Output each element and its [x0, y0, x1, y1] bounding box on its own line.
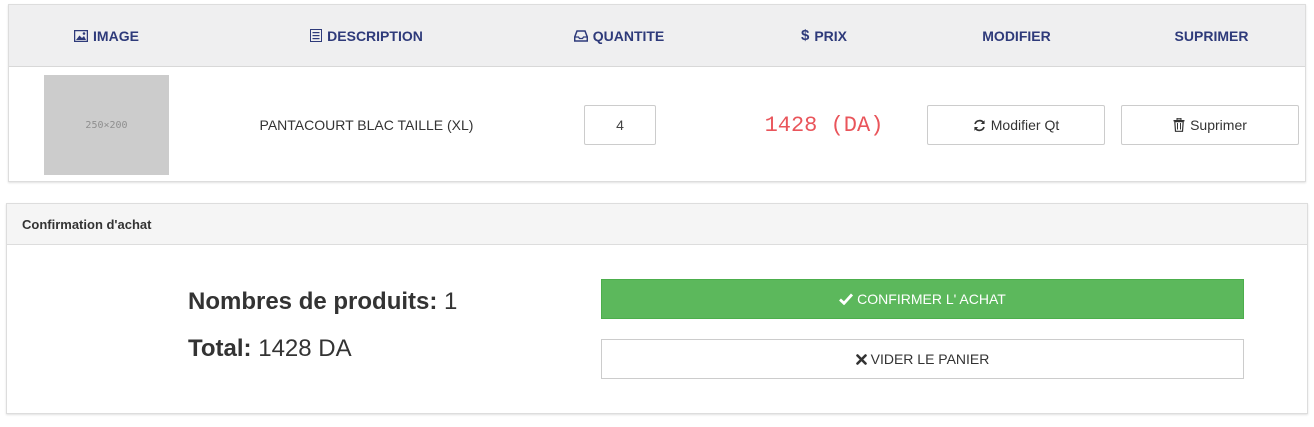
- price-cell: 1428 (DA): [709, 67, 939, 183]
- product-image-cell: 250×200: [44, 67, 169, 183]
- delete-item-label: Suprimer: [1190, 117, 1247, 133]
- empty-cart-button[interactable]: VIDER LE PANIER: [601, 339, 1244, 379]
- refresh-icon: [973, 119, 986, 132]
- cart-table-header: IMAGE DESCRIPTION QUANTITE $ PRIX MODIFI…: [9, 5, 1305, 67]
- column-header-modify: MODIFIER: [959, 5, 1074, 66]
- modify-quantity-label: Modifier Qt: [990, 117, 1060, 133]
- delete-cell: Suprimer: [1121, 67, 1299, 183]
- inbox-icon: [573, 29, 588, 42]
- confirm-purchase-button[interactable]: CONFIRMER L' ACHAT: [601, 279, 1244, 319]
- cart-total: Total: 1428 DA: [188, 335, 352, 363]
- column-header-image: IMAGE: [39, 5, 174, 66]
- column-header-price: $ PRIX: [764, 5, 884, 66]
- product-description: PANTACOURT BLAC TAILLE (XL): [259, 117, 474, 133]
- quantity-input[interactable]: [584, 105, 656, 145]
- quantity-cell: [584, 67, 656, 183]
- thumbnail-placeholder-text: 250×200: [85, 119, 128, 131]
- product-count-label: Nombres de produits:: [188, 288, 438, 315]
- column-header-quantity-label: QUANTITE: [592, 27, 665, 44]
- cart-total-value: 1428 DA: [258, 335, 352, 362]
- checkmark-icon: [839, 293, 854, 305]
- product-count-value: 1: [444, 288, 458, 315]
- cart-total-label: Total:: [188, 335, 252, 362]
- empty-cart-label: VIDER LE PANIER: [870, 351, 990, 367]
- column-header-delete-label: SUPRIMER: [1174, 27, 1249, 44]
- column-header-description: DESCRIPTION: [249, 5, 484, 66]
- close-icon: [855, 353, 867, 365]
- product-price: 1428 (DA): [764, 112, 884, 138]
- list-icon: [310, 29, 323, 42]
- column-header-delete: SUPRIMER: [1154, 5, 1269, 66]
- column-header-description-label: DESCRIPTION: [327, 27, 423, 44]
- column-header-quantity: QUANTITE: [559, 5, 679, 66]
- confirmation-panel-heading: Confirmation d'achat: [7, 204, 1307, 245]
- cart-table: IMAGE DESCRIPTION QUANTITE $ PRIX MODIFI…: [8, 4, 1306, 182]
- column-header-modify-label: MODIFIER: [982, 27, 1051, 44]
- product-description-cell: PANTACOURT BLAC TAILLE (XL): [209, 67, 524, 183]
- modify-quantity-button[interactable]: Modifier Qt: [927, 105, 1105, 145]
- confirmation-title: Confirmation d'achat: [22, 216, 152, 232]
- modify-cell: Modifier Qt: [927, 67, 1105, 183]
- product-thumbnail: 250×200: [44, 75, 169, 175]
- delete-item-button[interactable]: Suprimer: [1121, 105, 1299, 145]
- trash-icon: [1173, 118, 1185, 132]
- product-count: Nombres de produits: 1: [188, 288, 457, 316]
- dollar-icon: $: [800, 27, 810, 44]
- column-header-price-label: PRIX: [814, 27, 848, 44]
- column-header-image-label: IMAGE: [93, 27, 139, 44]
- confirmation-panel: Confirmation d'achat Nombres de produits…: [6, 203, 1308, 414]
- picture-icon: [74, 29, 89, 42]
- confirm-purchase-label: CONFIRMER L' ACHAT: [857, 291, 1006, 307]
